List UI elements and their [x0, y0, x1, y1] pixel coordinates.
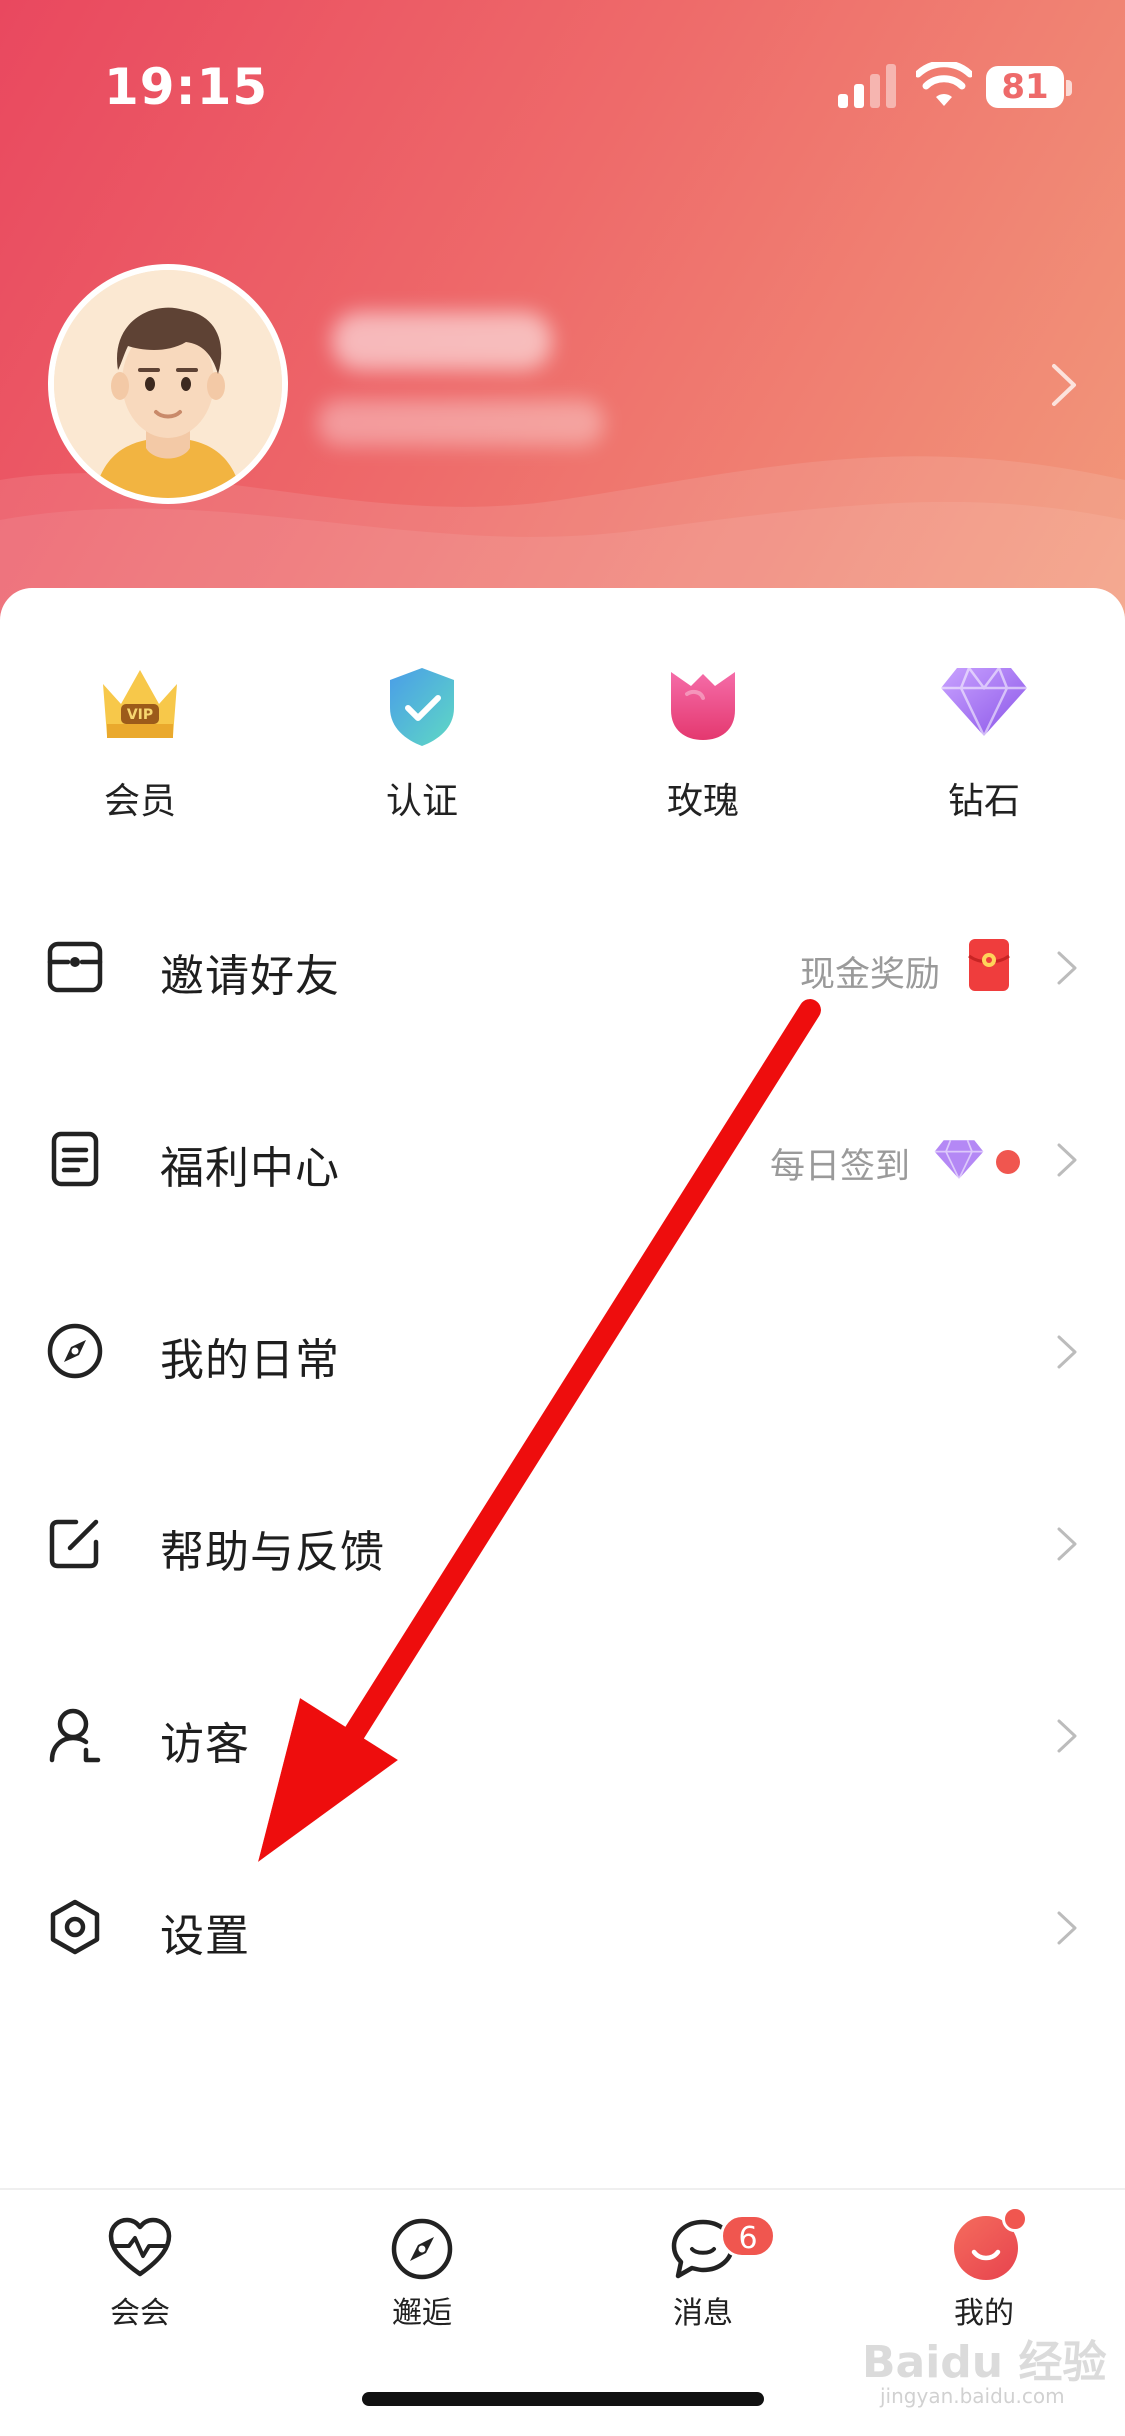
quick-action-label: 会员: [103, 781, 176, 822]
chevron-right-icon: [1057, 1143, 1077, 1177]
wifi-icon: [916, 62, 972, 106]
chevron-right-icon: [1057, 1335, 1077, 1369]
menu-label: 邀请好友: [160, 951, 340, 1002]
chevron-right-icon: [1057, 951, 1077, 985]
invite-icon: [47, 941, 103, 993]
diamond-icon: [941, 667, 1027, 737]
username-blurred: [332, 312, 552, 370]
chevron-right-icon: [1057, 1911, 1077, 1945]
menu-extra-text: 每日签到: [770, 1147, 911, 1187]
diamond-small-icon: [934, 1139, 984, 1180]
menu-label: 我的日常: [160, 1335, 340, 1386]
quick-action-diamond[interactable]: 钻石: [884, 664, 1084, 834]
menu-label: 访客: [160, 1719, 250, 1770]
home-indicator[interactable]: [362, 2392, 764, 2406]
tab-label: 会会: [110, 2296, 170, 2331]
profile-chevron-right-icon[interactable]: [1050, 362, 1078, 408]
baidu-watermark-url: jingyan.baidu.com: [880, 2384, 1065, 2408]
menu-row-settings[interactable]: 设置: [0, 1830, 1125, 2022]
compass-icon: [47, 1323, 103, 1379]
quick-action-vip[interactable]: VIP 会员: [40, 664, 240, 834]
settings-hexagon-icon: [50, 1899, 100, 1955]
quick-action-verify[interactable]: 认证: [322, 664, 522, 834]
profile-avatar[interactable]: [48, 264, 288, 504]
chevron-right-icon: [1057, 1719, 1077, 1753]
status-time: 19:15: [104, 58, 269, 116]
vip-crown-icon: VIP: [103, 670, 177, 738]
quick-action-label: 钻石: [947, 781, 1020, 822]
chevron-right-icon: [1057, 1527, 1077, 1561]
baidu-watermark: Baidu 经验: [862, 2337, 1107, 2388]
menu-row-help-feedback[interactable]: 帮助与反馈: [0, 1446, 1125, 1638]
avatar-illustration-icon: [54, 270, 282, 498]
me-new-dot: [1002, 2206, 1028, 2232]
cellular-signal-icon: [838, 64, 896, 108]
user-id-blurred: [318, 400, 604, 446]
svg-text:VIP: VIP: [127, 707, 153, 723]
battery-tip: [1066, 80, 1072, 96]
document-icon: [51, 1131, 99, 1187]
edit-icon: [49, 1519, 99, 1569]
messages-unread-badge: 6: [720, 2214, 776, 2258]
menu-extra-text: 现金奖励: [800, 955, 941, 995]
visitor-icon: [49, 1708, 101, 1763]
compass-icon: [391, 2218, 453, 2280]
tab-label: 邂逅: [392, 2296, 452, 2331]
tab-encounter[interactable]: 邂逅: [342, 2216, 502, 2336]
menu-row-invite-friends[interactable]: 邀请好友 现金奖励: [0, 870, 1125, 1062]
menu-row-visitors[interactable]: 访客: [0, 1638, 1125, 1830]
verified-shield-icon: [390, 668, 454, 746]
tab-label: 消息: [673, 2296, 733, 2331]
quick-action-rose[interactable]: 玫瑰: [603, 664, 803, 834]
new-dot-indicator: [996, 1150, 1020, 1174]
quick-action-label: 认证: [385, 781, 458, 822]
battery-indicator: 81: [986, 66, 1064, 108]
menu-row-my-daily[interactable]: 我的日常: [0, 1254, 1125, 1446]
status-bar: 19:15 81: [0, 0, 1125, 150]
tab-huihui[interactable]: 会会: [60, 2216, 220, 2336]
rose-icon: [671, 672, 735, 740]
menu-label: 设置: [160, 1911, 250, 1962]
menu-label: 福利中心: [160, 1143, 340, 1194]
menu-row-welfare-center[interactable]: 福利中心 每日签到: [0, 1062, 1125, 1254]
heart-pulse-icon: [108, 2217, 172, 2277]
quick-action-label: 玫瑰: [666, 781, 739, 822]
menu-label: 帮助与反馈: [160, 1527, 385, 1578]
red-envelope-icon: [968, 939, 1010, 991]
